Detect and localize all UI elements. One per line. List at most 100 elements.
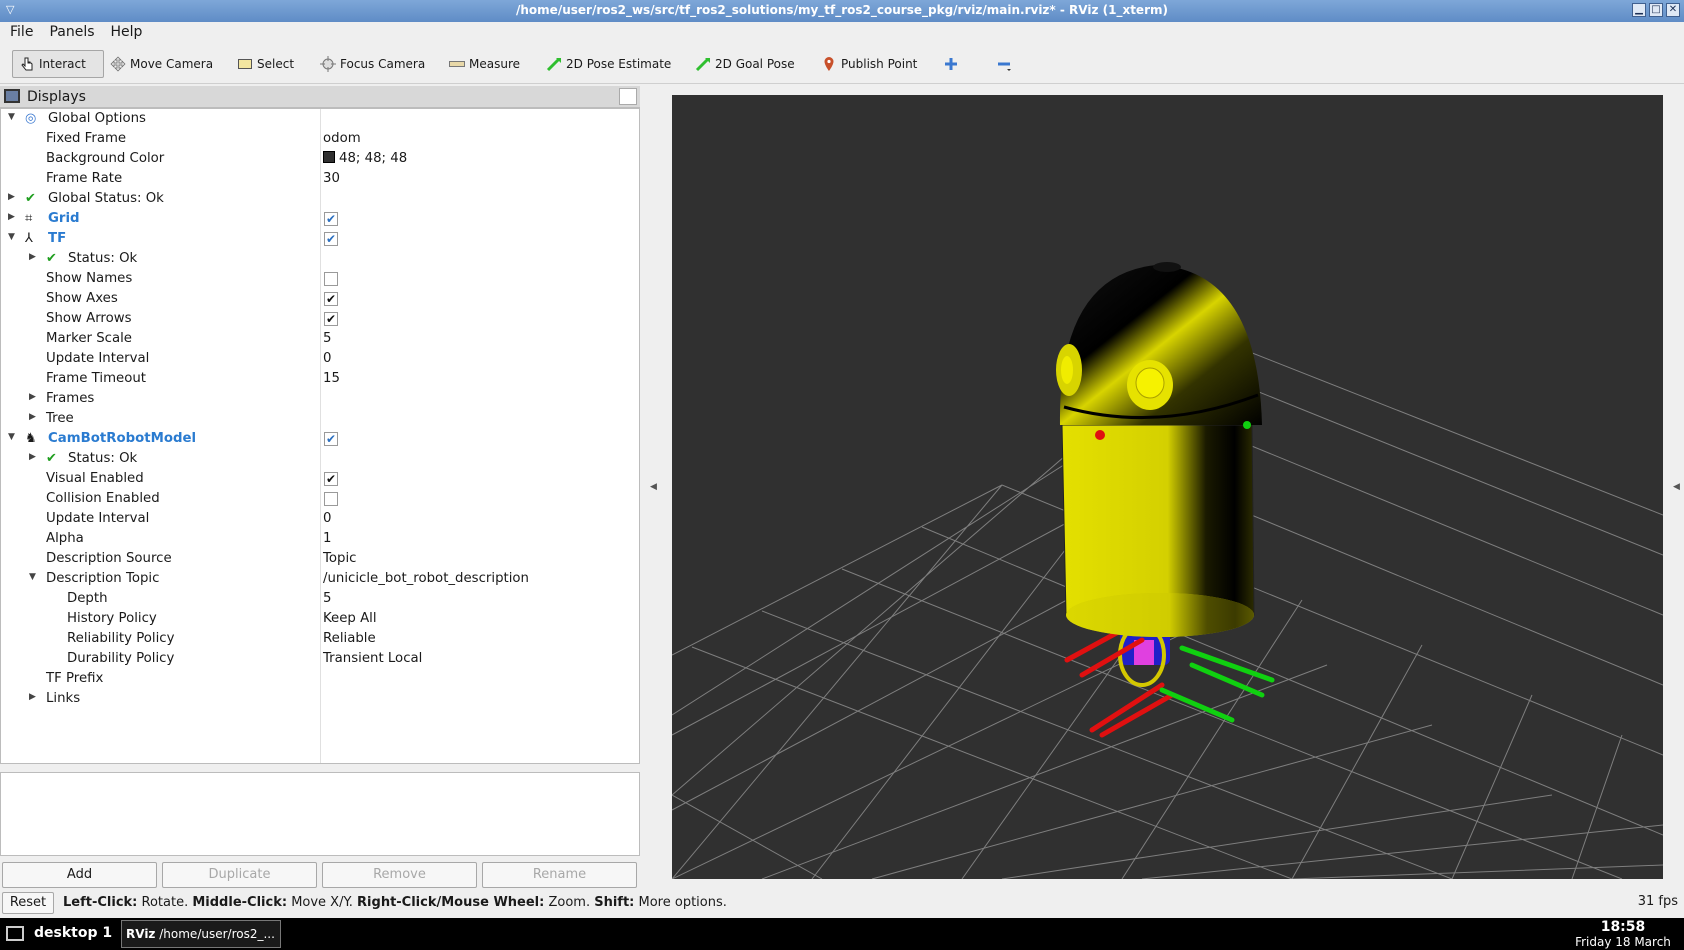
show-arrows-checkbox[interactable]: ✔: [324, 312, 338, 326]
undock-panel-button[interactable]: [619, 88, 637, 105]
collapse-arrow-icon[interactable]: ▼: [8, 232, 15, 242]
alpha-value[interactable]: 1: [323, 531, 331, 546]
menu-file[interactable]: File: [4, 22, 39, 44]
checkmark-icon: ✔: [46, 451, 57, 466]
duplicate-display-button[interactable]: Duplicate: [162, 862, 317, 888]
tree-row-tf[interactable]: ▼ ⅄ TF ✔: [1, 229, 639, 249]
tree-row-background-color[interactable]: Background Color 48; 48; 48: [1, 149, 639, 169]
tool-interact[interactable]: Interact: [12, 50, 104, 78]
tree-row-history-policy[interactable]: History Policy Keep All: [1, 609, 639, 629]
reliability-policy-value[interactable]: Reliable: [323, 631, 376, 646]
tree-row-alpha[interactable]: Alpha 1: [1, 529, 639, 549]
expand-arrow-icon[interactable]: ▶: [8, 212, 15, 222]
robot-update-interval-value[interactable]: 0: [323, 511, 331, 526]
tree-row-description-source[interactable]: Description Source Topic: [1, 549, 639, 569]
depth-value[interactable]: 5: [323, 591, 331, 606]
expand-arrow-icon[interactable]: ▶: [8, 192, 15, 202]
row-name: Frame Rate: [46, 171, 123, 186]
tree-row-tf-prefix[interactable]: TF Prefix: [1, 669, 639, 689]
minimize-button[interactable]: ▁: [1632, 3, 1646, 17]
menu-panels[interactable]: Panels: [43, 22, 100, 44]
tree-row-links[interactable]: ▶ Links: [1, 689, 639, 709]
tree-row-frame-rate[interactable]: Frame Rate 30: [1, 169, 639, 189]
tree-row-reliability-policy[interactable]: Reliability Policy Reliable: [1, 629, 639, 649]
tree-row-marker-scale[interactable]: Marker Scale 5: [1, 329, 639, 349]
description-topic-value[interactable]: /unicicle_bot_robot_description: [323, 571, 529, 586]
robot-model-enabled-checkbox[interactable]: ✔: [324, 432, 338, 446]
tree-row-show-arrows[interactable]: Show Arrows ✔: [1, 309, 639, 329]
expand-arrow-icon[interactable]: ▶: [29, 412, 36, 422]
tool-measure[interactable]: Measure: [443, 50, 526, 78]
row-name: CamBotRobotModel: [48, 431, 197, 446]
show-names-checkbox[interactable]: [324, 272, 338, 286]
tree-row-fixed-frame[interactable]: Fixed Frame odom: [1, 129, 639, 149]
tree-row-durability-policy[interactable]: Durability Policy Transient Local: [1, 649, 639, 669]
collapse-arrow-icon[interactable]: ▼: [8, 112, 15, 122]
visual-enabled-checkbox[interactable]: ✔: [324, 472, 338, 486]
collision-enabled-checkbox[interactable]: [324, 492, 338, 506]
collapse-arrow-icon[interactable]: ▼: [29, 572, 36, 582]
frame-rate-value[interactable]: 30: [323, 171, 340, 186]
tree-row-frame-timeout[interactable]: Frame Timeout 15: [1, 369, 639, 389]
menu-help[interactable]: Help: [105, 22, 149, 44]
tree-row-show-names[interactable]: Show Names: [1, 269, 639, 289]
tree-row-show-axes[interactable]: Show Axes ✔: [1, 289, 639, 309]
tool-publish-point[interactable]: Publish Point: [815, 50, 923, 78]
collapse-left-panel-icon[interactable]: ◀: [650, 482, 657, 492]
expand-arrow-icon[interactable]: ▶: [29, 252, 36, 262]
remove-tool-button[interactable]: [990, 50, 1018, 78]
fixed-frame-value[interactable]: odom: [323, 131, 361, 146]
tool-focus-camera[interactable]: Focus Camera: [314, 50, 431, 78]
rename-display-button[interactable]: Rename: [482, 862, 637, 888]
tool-select[interactable]: Select: [231, 50, 300, 78]
tree-row-description-topic[interactable]: ▼ Description Topic /unicicle_bot_robot_…: [1, 569, 639, 589]
collapse-right-panel-icon[interactable]: ◀: [1673, 482, 1680, 492]
checkmark-icon: ✔: [25, 191, 36, 206]
tree-row-global-options[interactable]: ▼ ◎ Global Options: [1, 109, 639, 129]
close-button[interactable]: ✕: [1666, 3, 1680, 17]
tree-row-tf-status[interactable]: ▶ ✔ Status: Ok: [1, 249, 639, 269]
tool-2d-goal-pose[interactable]: 2D Goal Pose: [689, 50, 801, 78]
reset-button[interactable]: Reset: [2, 892, 54, 914]
desktop-icon[interactable]: [6, 926, 24, 941]
tree-row-robot-status[interactable]: ▶ ✔ Status: Ok: [1, 449, 639, 469]
durability-policy-value[interactable]: Transient Local: [323, 651, 422, 666]
hint-key: Right-Click/Mouse Wheel:: [357, 895, 545, 910]
tool-move-camera[interactable]: Move Camera: [104, 50, 219, 78]
tree-row-frames[interactable]: ▶ Frames: [1, 389, 639, 409]
tf-enabled-checkbox[interactable]: ✔: [324, 232, 338, 246]
tool-2d-pose-estimate[interactable]: 2D Pose Estimate: [540, 50, 677, 78]
row-name: Update Interval: [46, 351, 150, 366]
marker-scale-value[interactable]: 5: [323, 331, 331, 346]
remove-display-button[interactable]: Remove: [322, 862, 477, 888]
show-axes-checkbox[interactable]: ✔: [324, 292, 338, 306]
statusbar: Reset Left-Click: Rotate. Middle-Click: …: [0, 890, 1684, 916]
expand-arrow-icon[interactable]: ▶: [29, 452, 36, 462]
desktop-label[interactable]: desktop 1: [34, 925, 112, 941]
tree-row-depth[interactable]: Depth 5: [1, 589, 639, 609]
background-color-value[interactable]: 48; 48; 48: [323, 151, 407, 166]
expand-arrow-icon[interactable]: ▶: [29, 392, 36, 402]
add-display-button[interactable]: Add: [2, 862, 157, 888]
expand-arrow-icon[interactable]: ▶: [29, 692, 36, 702]
tree-row-robot-update-interval[interactable]: Update Interval 0: [1, 509, 639, 529]
tree-row-robot-model[interactable]: ▼ ♞ CamBotRobotModel ✔: [1, 429, 639, 449]
render-3d-view[interactable]: [672, 95, 1663, 879]
update-interval-value[interactable]: 0: [323, 351, 331, 366]
tree-row-global-status[interactable]: ▶ ✔ Global Status: Ok: [1, 189, 639, 209]
description-source-value[interactable]: Topic: [323, 551, 356, 566]
tree-row-collision-enabled[interactable]: Collision Enabled: [1, 489, 639, 509]
collapse-arrow-icon[interactable]: ▼: [8, 432, 15, 442]
tree-row-update-interval[interactable]: Update Interval 0: [1, 349, 639, 369]
add-tool-button[interactable]: [937, 50, 965, 78]
tree-row-tree[interactable]: ▶ Tree: [1, 409, 639, 429]
row-name: Durability Policy: [67, 651, 175, 666]
grid-enabled-checkbox[interactable]: ✔: [324, 212, 338, 226]
row-name: Reliability Policy: [67, 631, 175, 646]
taskbar-rviz-window[interactable]: RViz /home/user/ros2_...: [121, 920, 281, 948]
tree-row-grid[interactable]: ▶ ⌗ Grid ✔: [1, 209, 639, 229]
frame-timeout-value[interactable]: 15: [323, 371, 340, 386]
history-policy-value[interactable]: Keep All: [323, 611, 377, 626]
maximize-button[interactable]: □: [1649, 3, 1663, 17]
tree-row-visual-enabled[interactable]: Visual Enabled ✔: [1, 469, 639, 489]
